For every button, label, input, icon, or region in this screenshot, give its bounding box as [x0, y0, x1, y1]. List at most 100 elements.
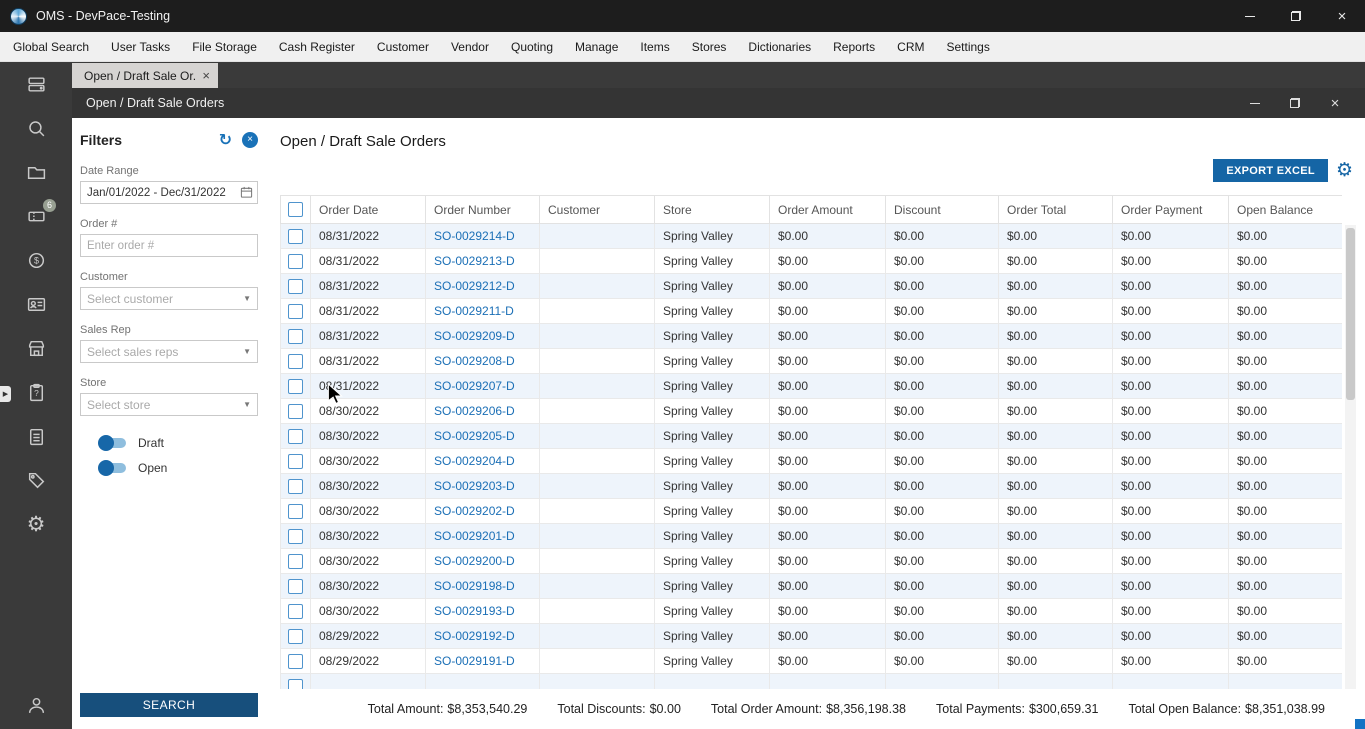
store-select[interactable]: Select store ▼ [80, 393, 258, 416]
menu-item-reports[interactable]: Reports [822, 40, 886, 54]
menu-item-global-search[interactable]: Global Search [2, 40, 100, 54]
cell-order-number-link[interactable]: SO-0029191-D [425, 648, 540, 674]
menu-item-vendor[interactable]: Vendor [440, 40, 500, 54]
inner-minimize-button[interactable] [1235, 88, 1275, 118]
menu-item-settings[interactable]: Settings [935, 40, 1000, 54]
select-all-checkbox[interactable] [288, 202, 303, 218]
menu-item-items[interactable]: Items [629, 40, 680, 54]
row-checkbox[interactable] [288, 553, 303, 569]
col-order-total[interactable]: Order Total [998, 195, 1113, 224]
draft-toggle[interactable] [98, 434, 126, 451]
row-checkbox[interactable] [288, 628, 303, 644]
resize-grip[interactable] [1355, 719, 1365, 729]
row-checkbox[interactable] [288, 303, 303, 319]
scrollbar-thumb[interactable] [1346, 228, 1355, 400]
col-discount[interactable]: Discount [885, 195, 999, 224]
col-order-number[interactable]: Order Number [425, 195, 540, 224]
inner-close-button[interactable]: × [1315, 88, 1355, 118]
cell-order-number-link[interactable]: SO-0029198-D [425, 573, 540, 599]
row-checkbox[interactable] [288, 403, 303, 419]
cell-order-number-link[interactable] [425, 673, 540, 689]
cell-order-number-link[interactable]: SO-0029209-D [425, 323, 540, 349]
row-checkbox[interactable] [288, 353, 303, 369]
cell-order-number-link[interactable]: SO-0029212-D [425, 273, 540, 299]
tab-close-icon[interactable]: × [202, 69, 210, 82]
cell-order-number-link[interactable]: SO-0029203-D [425, 473, 540, 499]
refresh-icon[interactable]: ↻ [219, 130, 232, 149]
customer-select[interactable]: Select customer ▼ [80, 287, 258, 310]
cell-order-number-link[interactable]: SO-0029200-D [425, 548, 540, 574]
row-checkbox[interactable] [288, 678, 303, 689]
cell-order-number-link[interactable]: SO-0029202-D [425, 498, 540, 524]
restore-button[interactable] [1273, 0, 1319, 32]
row-checkbox[interactable] [288, 428, 303, 444]
menu-item-manage[interactable]: Manage [564, 40, 629, 54]
col-customer[interactable]: Customer [539, 195, 655, 224]
grid-settings-gear-icon[interactable]: ⚙ [1336, 161, 1353, 180]
menu-item-stores[interactable]: Stores [681, 40, 738, 54]
sidebar-item-discounts[interactable]: 6 [0, 194, 72, 238]
search-button[interactable]: SEARCH [80, 693, 258, 717]
row-checkbox[interactable] [288, 253, 303, 269]
menu-item-user-tasks[interactable]: User Tasks [100, 40, 181, 54]
sidebar-item-dashboard[interactable] [0, 62, 72, 106]
menu-item-crm[interactable]: CRM [886, 40, 935, 54]
col-order-date[interactable]: Order Date [310, 195, 426, 224]
calendar-icon[interactable] [240, 186, 253, 204]
date-range-input[interactable] [80, 181, 258, 204]
row-checkbox[interactable] [288, 528, 303, 544]
cell-order-number-link[interactable]: SO-0029205-D [425, 423, 540, 449]
sidebar-item-user[interactable] [0, 683, 72, 727]
sidebar-item-stores[interactable] [0, 326, 72, 370]
cell-order-number-link[interactable]: SO-0029214-D [425, 223, 540, 249]
menu-item-dictionaries[interactable]: Dictionaries [737, 40, 822, 54]
col-store[interactable]: Store [654, 195, 770, 224]
open-toggle[interactable] [98, 459, 126, 476]
col-order-payment[interactable]: Order Payment [1112, 195, 1229, 224]
order-number-input[interactable] [80, 234, 258, 257]
cell-order-number-link[interactable]: SO-0029204-D [425, 448, 540, 474]
row-checkbox[interactable] [288, 653, 303, 669]
tab-open-draft-sale-orders[interactable]: Open / Draft Sale Or... × [72, 63, 218, 88]
cell-order-number-link[interactable]: SO-0029213-D [425, 248, 540, 274]
menu-item-quoting[interactable]: Quoting [500, 40, 564, 54]
close-filters-icon[interactable]: × [242, 131, 258, 148]
cell-order-number-link[interactable]: SO-0029207-D [425, 373, 540, 399]
sidebar-item-payments[interactable]: $ [0, 238, 72, 282]
row-checkbox[interactable] [288, 453, 303, 469]
row-checkbox-cell [280, 473, 311, 499]
cell-order-number-link[interactable]: SO-0029208-D [425, 348, 540, 374]
panel-expander-arrow[interactable]: ▶ [0, 386, 11, 402]
minimize-button[interactable] [1227, 0, 1273, 32]
row-checkbox[interactable] [288, 578, 303, 594]
sidebar-item-search[interactable] [0, 106, 72, 150]
row-checkbox[interactable] [288, 228, 303, 244]
cell-order-number-link[interactable]: SO-0029206-D [425, 398, 540, 424]
row-checkbox[interactable] [288, 328, 303, 344]
row-checkbox[interactable] [288, 503, 303, 519]
cell-order-number-link[interactable]: SO-0029192-D [425, 623, 540, 649]
sidebar-item-customers[interactable] [0, 282, 72, 326]
sidebar-item-settings[interactable]: ⚙ [0, 502, 72, 546]
menu-item-cash-register[interactable]: Cash Register [268, 40, 366, 54]
row-checkbox[interactable] [288, 478, 303, 494]
row-checkbox[interactable] [288, 278, 303, 294]
inner-restore-button[interactable] [1275, 88, 1315, 118]
export-excel-button[interactable]: EXPORT EXCEL [1213, 159, 1328, 182]
cell-order-number-link[interactable]: SO-0029201-D [425, 523, 540, 549]
sales-rep-select[interactable]: Select sales reps ▼ [80, 340, 258, 363]
sidebar-item-file-storage[interactable] [0, 150, 72, 194]
vertical-scrollbar[interactable] [1345, 225, 1356, 689]
sidebar-item-orders[interactable] [0, 414, 72, 458]
cell-discount: $0.00 [885, 498, 999, 524]
menu-item-customer[interactable]: Customer [366, 40, 440, 54]
row-checkbox[interactable] [288, 378, 303, 394]
col-order-amount[interactable]: Order Amount [769, 195, 886, 224]
cell-order-number-link[interactable]: SO-0029211-D [425, 298, 540, 324]
col-open-balance[interactable]: Open Balance [1228, 195, 1342, 224]
row-checkbox[interactable] [288, 603, 303, 619]
menu-item-file-storage[interactable]: File Storage [181, 40, 268, 54]
close-button[interactable]: × [1319, 0, 1365, 32]
cell-order-number-link[interactable]: SO-0029193-D [425, 598, 540, 624]
sidebar-item-tags[interactable] [0, 458, 72, 502]
